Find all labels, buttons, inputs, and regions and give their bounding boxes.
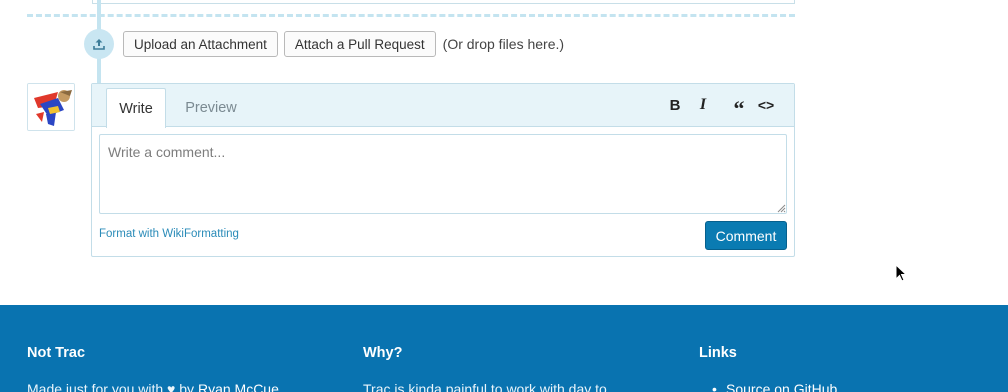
attachment-row: Upload an Attachment Attach a Pull Reque… bbox=[84, 28, 564, 60]
footer-why-text: Trac is kinda painful to work with day t… bbox=[363, 381, 607, 392]
mouse-pointer-icon bbox=[895, 264, 907, 282]
attach-pull-request-button[interactable]: Attach a Pull Request bbox=[283, 31, 436, 57]
footer-heading: Links bbox=[699, 345, 737, 361]
format-wikiformatting-link[interactable]: Format with WikiFormatting bbox=[99, 228, 239, 240]
comment-submit-button[interactable]: Comment bbox=[705, 221, 787, 250]
editor-toolbar: Write Preview B I “ <> bbox=[92, 84, 794, 128]
site-footer: Not Trac Made just for you with ♥ by Rya… bbox=[0, 305, 1008, 392]
footer-heading: Why? bbox=[363, 345, 403, 361]
code-icon[interactable]: <> bbox=[755, 94, 777, 116]
comment-textarea[interactable] bbox=[99, 134, 787, 214]
footer-column-links: Links Source on GitHub bbox=[699, 345, 999, 392]
superhero-avatar-image bbox=[28, 84, 74, 130]
timeline-separator bbox=[27, 14, 795, 17]
tab-preview[interactable]: Preview bbox=[174, 88, 248, 128]
footer-credit-text: Made just for you with ♥ by bbox=[27, 381, 198, 392]
italic-icon[interactable]: I bbox=[692, 94, 714, 116]
bold-icon[interactable]: B bbox=[664, 94, 686, 116]
source-on-github-link[interactable]: Source on GitHub bbox=[712, 381, 837, 392]
footer-column-not-trac: Not Trac Made just for you with ♥ by Rya… bbox=[27, 345, 327, 392]
footer-credit: Made just for you with ♥ by Ryan McCue bbox=[27, 381, 279, 392]
drop-files-hint: (Or drop files here.) bbox=[442, 36, 565, 52]
upload-attachment-button[interactable]: Upload an Attachment bbox=[123, 31, 278, 57]
previous-comment-card-edge bbox=[92, 0, 795, 4]
resize-handle-icon[interactable] bbox=[776, 203, 786, 213]
author-link[interactable]: Ryan McCue bbox=[198, 381, 279, 392]
quote-icon[interactable]: “ bbox=[728, 94, 750, 119]
upload-icon bbox=[84, 29, 114, 59]
footer-column-why: Why? Trac is kinda painful to work with … bbox=[363, 345, 663, 392]
avatar bbox=[27, 83, 75, 131]
new-comment-card: Write Preview B I “ <> Format with WikiF… bbox=[91, 83, 795, 257]
footer-heading: Not Trac bbox=[27, 345, 86, 361]
tab-write[interactable]: Write bbox=[106, 88, 166, 128]
